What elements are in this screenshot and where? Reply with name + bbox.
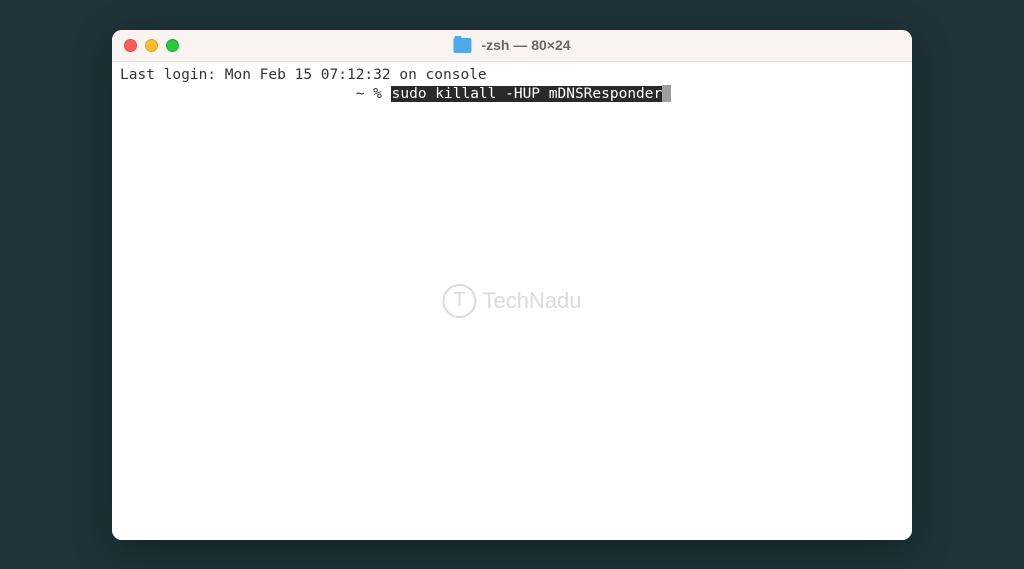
prompt-indent bbox=[120, 86, 356, 102]
terminal-window: -zsh — 80×24 Last login: Mon Feb 15 07:1… bbox=[112, 30, 912, 540]
prompt-prefix: ~ % bbox=[356, 86, 391, 102]
titlebar-center: -zsh — 80×24 bbox=[453, 37, 570, 53]
watermark-text: TechNadu bbox=[482, 286, 581, 316]
folder-icon bbox=[453, 38, 471, 53]
watermark-logo-icon: T bbox=[442, 284, 476, 318]
terminal-body[interactable]: Last login: Mon Feb 15 07:12:32 on conso… bbox=[112, 62, 912, 540]
traffic-lights bbox=[124, 39, 179, 52]
close-icon[interactable] bbox=[124, 39, 137, 52]
maximize-icon[interactable] bbox=[166, 39, 179, 52]
titlebar[interactable]: -zsh — 80×24 bbox=[112, 30, 912, 62]
watermark-letter: T bbox=[453, 287, 465, 314]
window-title: -zsh — 80×24 bbox=[481, 37, 570, 53]
watermark: T TechNadu bbox=[442, 284, 581, 318]
prompt-line: ~ % sudo killall -HUP mDNSResponder bbox=[120, 85, 904, 105]
cursor-icon bbox=[662, 85, 671, 102]
command-text: sudo killall -HUP mDNSResponder bbox=[391, 86, 664, 102]
minimize-icon[interactable] bbox=[145, 39, 158, 52]
login-line: Last login: Mon Feb 15 07:12:32 on conso… bbox=[120, 67, 487, 83]
